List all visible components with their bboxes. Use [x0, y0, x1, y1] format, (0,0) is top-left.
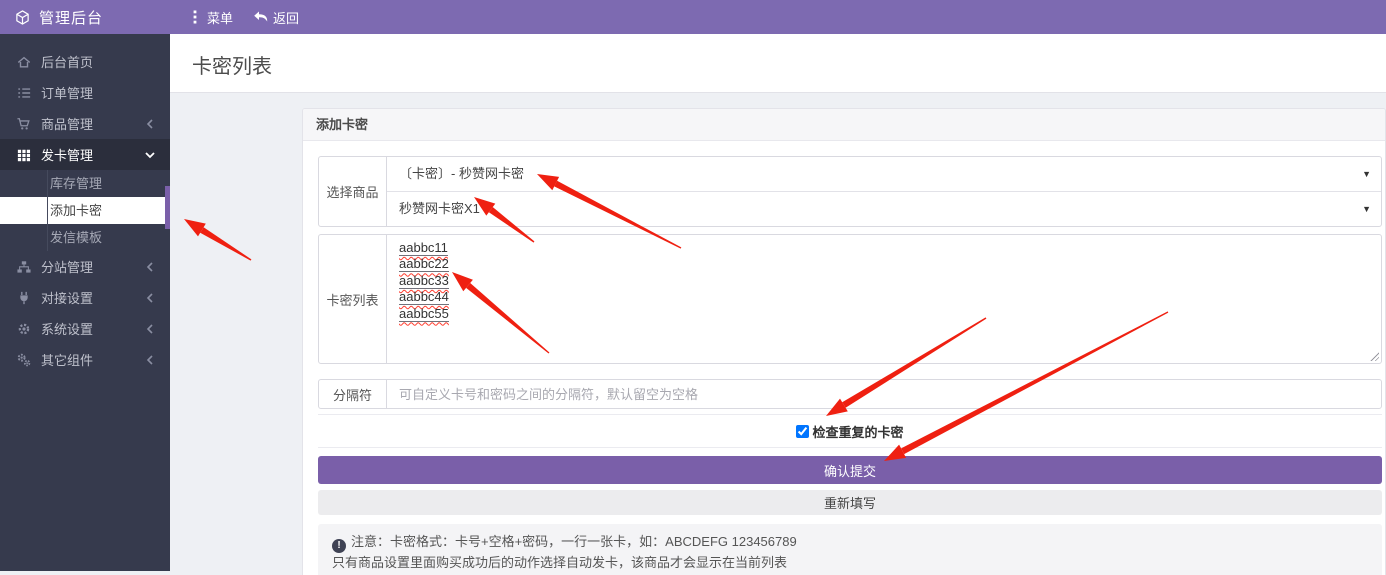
content-area: 添加卡密 选择商品 〔卡密〕- 秒赞网卡密 ▼ 秒赞网卡密X1 ▼ [170, 93, 1386, 571]
separator-label: 分隔符 [319, 380, 387, 408]
card-line: aabbc11 [399, 240, 1369, 256]
reply-arrow-icon [253, 11, 268, 23]
card-list-textarea[interactable]: aabbc11 aabbc22 aabbc33 aabbc44 aabbc55 [387, 235, 1381, 363]
sidebar-subitem-mail-template[interactable]: 发信模板 [0, 224, 170, 251]
sitemap-icon [16, 260, 31, 274]
sidebar-item-label: 分站管理 [41, 257, 142, 276]
sidebar-item-orders[interactable]: 订单管理 [0, 77, 170, 108]
brand: 管理后台 [0, 7, 170, 28]
product-category-value: 〔卡密〕- 秒赞网卡密 [399, 166, 524, 181]
card-list-group: 卡密列表 aabbc11 aabbc22 aabbc33 aabbc44 aab… [318, 234, 1382, 364]
sidebar-item-substation[interactable]: 分站管理 [0, 251, 170, 282]
sidebar-item-label: 系统设置 [41, 319, 142, 338]
back-button[interactable]: 返回 [253, 8, 299, 27]
card-line: aabbc44 [399, 289, 1369, 305]
textarea-resize-grip[interactable] [1369, 351, 1379, 361]
add-card-panel: 添加卡密 选择商品 〔卡密〕- 秒赞网卡密 ▼ 秒赞网卡密X1 ▼ [302, 108, 1386, 575]
product-item-select[interactable]: 秒赞网卡密X1 ▼ [387, 191, 1381, 226]
card-management-submenu: 库存管理 添加卡密 发信模板 [0, 170, 170, 251]
panel-header: 添加卡密 [303, 109, 1385, 141]
sidebar-subitem-stock[interactable]: 库存管理 [0, 170, 170, 197]
main-area: 卡密列表 添加卡密 选择商品 〔卡密〕- 秒赞网卡密 ▼ 秒赞网卡密X1 ▼ [170, 34, 1386, 571]
cube-icon [15, 9, 30, 26]
chevron-down-icon [142, 151, 157, 159]
topbar: 管理后台 菜单 返回 [0, 0, 1386, 34]
sidebar-item-label: 后台首页 [41, 52, 157, 71]
plug-icon [16, 291, 31, 305]
sidebar-item-label: 对接设置 [41, 288, 142, 307]
sidebar-item-label: 发卡管理 [41, 145, 142, 164]
note-box: !注意：卡密格式：卡号+空格+密码，一行一张卡，如：ABCDEFG 123456… [318, 524, 1382, 575]
chevron-left-icon [142, 355, 157, 365]
product-select-label: 选择商品 [319, 157, 387, 226]
separator-group: 分隔符 [318, 379, 1382, 409]
cart-icon [16, 117, 31, 131]
sidebar-item-api-settings[interactable]: 对接设置 [0, 282, 170, 313]
panel-body: 选择商品 〔卡密〕- 秒赞网卡密 ▼ 秒赞网卡密X1 ▼ 卡密列表 [303, 141, 1385, 575]
product-item-value: 秒赞网卡密X1 [399, 201, 480, 216]
select-caret-icon: ▼ [1362, 192, 1371, 226]
sidebar-item-dashboard[interactable]: 后台首页 [0, 46, 170, 77]
chevron-left-icon [142, 324, 157, 334]
separator-input[interactable] [387, 380, 1381, 408]
list-icon [16, 86, 31, 100]
note-line-2: 只有商品设置里面购买成功后的动作选择自动发卡，该商品才会显示在当前列表 [332, 553, 1368, 572]
chevron-left-icon [142, 119, 157, 129]
gear-icon [16, 322, 31, 336]
topbar-menu: 菜单 返回 [170, 8, 299, 27]
sidebar-item-products[interactable]: 商品管理 [0, 108, 170, 139]
card-list-label: 卡密列表 [319, 235, 387, 363]
duplicate-check-label[interactable]: 检查重复的卡密 [812, 422, 903, 441]
product-selects: 〔卡密〕- 秒赞网卡密 ▼ 秒赞网卡密X1 ▼ [387, 157, 1381, 226]
sidebar-item-card-management[interactable]: 发卡管理 [0, 139, 170, 170]
back-label: 返回 [273, 8, 299, 27]
separator-field-wrap [387, 380, 1381, 408]
reset-button[interactable]: 重新填写 [318, 490, 1382, 515]
product-select-group: 选择商品 〔卡密〕- 秒赞网卡密 ▼ 秒赞网卡密X1 ▼ [318, 156, 1382, 227]
card-line: aabbc33 [399, 273, 1369, 289]
page-title: 卡密列表 [170, 34, 1386, 79]
home-icon [16, 55, 31, 69]
page-header: 卡密列表 [170, 34, 1386, 93]
menu-button[interactable]: 菜单 [187, 8, 233, 27]
card-line: aabbc55 [399, 306, 1369, 322]
chevron-left-icon [142, 293, 157, 303]
grid-icon [16, 148, 31, 162]
sidebar-item-label: 订单管理 [41, 83, 157, 102]
note-line-1: !注意：卡密格式：卡号+空格+密码，一行一张卡，如：ABCDEFG 123456… [332, 532, 1368, 553]
card-line: aabbc22 [399, 256, 1369, 272]
sidebar-item-label: 商品管理 [41, 114, 142, 133]
submit-button[interactable]: 确认提交 [318, 456, 1382, 484]
menu-label: 菜单 [207, 8, 233, 27]
duplicate-check-checkbox[interactable] [796, 425, 809, 438]
select-caret-icon: ▼ [1362, 157, 1371, 191]
brand-title: 管理后台 [39, 7, 103, 28]
selected-item-accent-bar [165, 186, 170, 229]
sidebar-item-label: 其它组件 [41, 350, 142, 369]
sidebar-item-other-components[interactable]: 其它组件 [0, 344, 170, 375]
chevron-left-icon [142, 262, 157, 272]
duplicate-check-row: 检查重复的卡密 [318, 414, 1382, 448]
product-category-select[interactable]: 〔卡密〕- 秒赞网卡密 ▼ [387, 157, 1381, 191]
sidebar-item-system-settings[interactable]: 系统设置 [0, 313, 170, 344]
sidebar-subitem-add-card[interactable]: 添加卡密 [0, 197, 165, 224]
gears-icon [16, 353, 31, 367]
vertical-dots-icon [187, 10, 202, 24]
sidebar: 后台首页 订单管理 商品管理 发卡管理 库存管理 添加卡密 发信模板 分站管理 [0, 34, 170, 571]
info-circle-icon: ! [332, 539, 346, 553]
